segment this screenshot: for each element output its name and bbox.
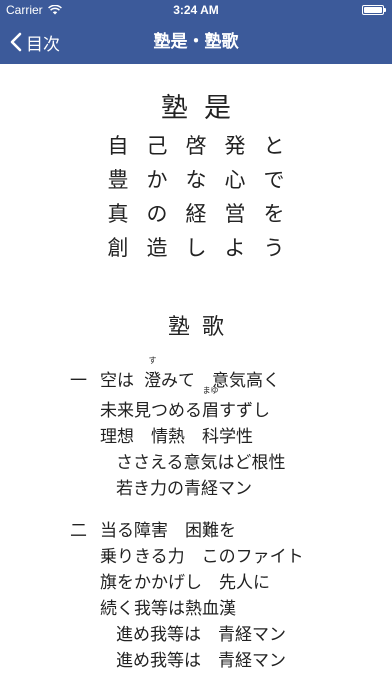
lyric-line: ささえる意気はど根性 bbox=[116, 453, 286, 473]
lyric-text: 眉 bbox=[202, 401, 219, 421]
song-title: 塾歌 bbox=[167, 315, 236, 340]
lyric-text: 空は bbox=[100, 371, 134, 391]
page-title: 塾是・塾歌 bbox=[153, 32, 239, 51]
lyric-text: 未来見つめる bbox=[100, 401, 202, 421]
motto-title: 塾是 bbox=[161, 93, 247, 124]
lyric-line: 進め我等は 青経マン bbox=[116, 625, 286, 645]
lyric-line: 未来見つめる まゆ眉すずし bbox=[100, 386, 270, 421]
status-time: 3:24 AM bbox=[173, 3, 219, 17]
lyric-line: 続く我等は熱血漢 bbox=[100, 599, 236, 619]
motto-line-2: 豊かな心で bbox=[107, 168, 303, 192]
lyric-line: 旗をかかげし 先人に bbox=[100, 573, 270, 593]
navigation-bar: 目次 塾是・塾歌 bbox=[0, 20, 392, 64]
lyric-line: 当る障害 困難を bbox=[100, 521, 236, 541]
lyric-line: 若き力の青経マン bbox=[116, 479, 252, 499]
verse-number: 一 bbox=[70, 371, 87, 391]
lyric-text: みて 意気高く bbox=[161, 371, 280, 391]
motto-line-1: 自己啓発と bbox=[107, 134, 303, 158]
lyric-line: 乗りきる力 このファイト bbox=[100, 547, 304, 567]
battery-icon bbox=[362, 5, 386, 15]
lyric-line: 理想 情熱 科学性 bbox=[100, 427, 253, 447]
motto-line-3: 真の経営を bbox=[107, 202, 303, 226]
lyric-line: 進め我等は 青経マン bbox=[116, 651, 286, 671]
furigana: まゆ bbox=[202, 386, 219, 395]
content-area[interactable]: 塾是 自己啓発と 豊かな心で 真の経営を 創造しよう 塾歌 一 空は す澄みて 意… bbox=[0, 64, 392, 696]
motto-line-4: 創造しよう bbox=[107, 236, 303, 260]
status-bar: Carrier 3:24 AM bbox=[0, 0, 392, 20]
lyric-text: 澄 bbox=[144, 371, 161, 391]
verse-number: 二 bbox=[70, 521, 87, 541]
lyric-text: すずし bbox=[219, 401, 270, 421]
furigana: す bbox=[148, 356, 157, 365]
lyric-line: 空は す澄みて 意気高く bbox=[100, 356, 280, 391]
